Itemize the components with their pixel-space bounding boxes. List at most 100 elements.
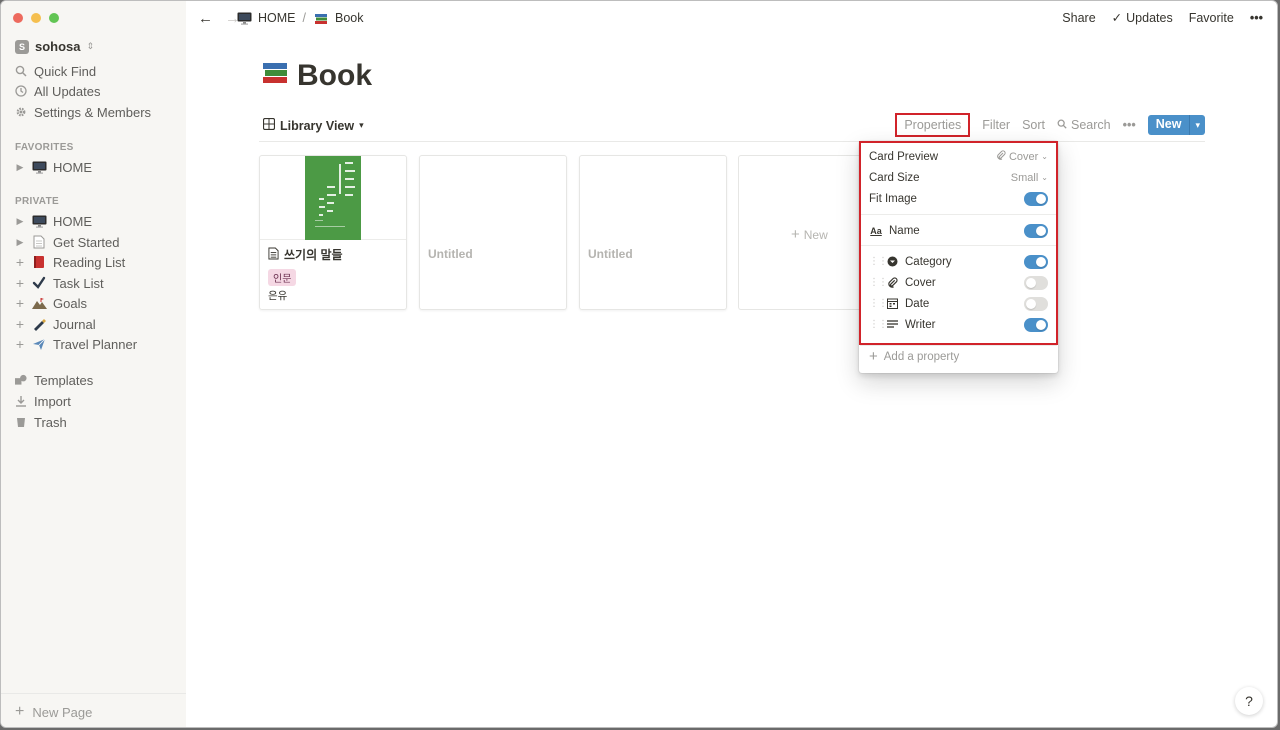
property-label: Cover — [905, 276, 936, 289]
more-options-button[interactable]: ••• — [1250, 11, 1263, 25]
add-icon[interactable]: + — [15, 295, 25, 311]
select-icon — [885, 256, 899, 267]
add-icon[interactable]: + — [15, 316, 25, 332]
sidebar-item-travel-planner[interactable]: + Travel Planner — [15, 334, 137, 354]
sidebar-item-task-list[interactable]: + Task List — [15, 273, 104, 293]
close-window-button[interactable] — [13, 13, 23, 23]
card-title-text: Untitled — [588, 247, 633, 261]
expand-triangle-icon[interactable]: ▶ — [15, 162, 25, 173]
plus-icon: + — [15, 703, 25, 720]
name-toggle[interactable] — [1024, 223, 1048, 238]
drag-handle-icon[interactable]: ⋮⋮ — [869, 298, 888, 309]
breadcrumb-book[interactable]: Book — [313, 10, 364, 26]
search-button[interactable]: Search — [1057, 118, 1111, 132]
add-icon[interactable]: + — [15, 336, 25, 352]
sidebar-item-favorite-home[interactable]: ▶ HOME — [15, 157, 92, 177]
breadcrumb-label: Book — [334, 11, 364, 25]
sidebar-item-trash[interactable]: Trash — [15, 412, 67, 432]
card-title: 쓰기의 말들 — [268, 246, 343, 263]
card-size-row[interactable]: Card Size Small ⌄ — [869, 167, 1048, 188]
chevron-down-icon: ⌄ — [1041, 173, 1048, 182]
new-page-button[interactable]: + New Page — [15, 703, 92, 721]
sidebar-item-import[interactable]: Import — [15, 391, 71, 411]
favorite-button[interactable]: Favorite — [1189, 11, 1234, 25]
text-icon — [885, 319, 899, 330]
expand-triangle-icon[interactable]: ▶ — [15, 216, 25, 227]
sidebar-item-label: HOME — [53, 159, 92, 175]
card-preview-select[interactable]: Cover ⌄ — [996, 149, 1048, 164]
sidebar-item-journal[interactable]: + Journal — [15, 314, 96, 334]
page-title-text[interactable]: Book — [297, 59, 372, 93]
zoom-window-button[interactable] — [49, 13, 59, 23]
private-header: PRIVATE — [15, 196, 59, 207]
date-toggle[interactable] — [1024, 296, 1048, 311]
add-property-button[interactable]: + Add a property — [869, 348, 959, 365]
sidebar-item-label: Travel Planner — [53, 336, 138, 352]
property-row-writer: ⋮⋮ Writer — [869, 314, 1048, 335]
divider — [860, 245, 1057, 246]
pen-icon — [31, 316, 47, 332]
calendar-icon — [885, 298, 899, 309]
workspace-switcher[interactable]: S sohosa ⇕ — [15, 39, 94, 54]
drag-handle-icon[interactable]: ⋮⋮ — [869, 319, 888, 330]
view-actions: Properties Filter Sort Search ••• New ▾ — [895, 113, 1205, 137]
category-toggle[interactable] — [1024, 254, 1048, 269]
minimize-window-button[interactable] — [31, 13, 41, 23]
view-selector[interactable]: Library View ▾ — [262, 117, 364, 133]
card-preview-row[interactable]: Card Preview Cover ⌄ — [869, 146, 1048, 167]
property-row-cover: ⋮⋮ Cover — [869, 272, 1048, 293]
writer-toggle[interactable] — [1024, 317, 1048, 332]
monitor-icon — [31, 213, 47, 229]
add-icon[interactable]: + — [15, 275, 25, 291]
sidebar-item-quick-find[interactable]: Quick Find — [15, 61, 96, 81]
breadcrumb-home[interactable]: HOME — [236, 10, 296, 26]
help-button[interactable]: ? — [1235, 687, 1263, 715]
card-preview-value: Cover — [1008, 150, 1039, 163]
sidebar-item-goals[interactable]: + Goals — [15, 293, 87, 313]
workspace-badge: S — [15, 39, 29, 54]
fit-image-toggle[interactable] — [1024, 191, 1048, 206]
gallery-card[interactable]: Untitled — [579, 155, 727, 310]
download-icon — [15, 395, 27, 407]
sidebar-item-get-started[interactable]: ▶ Get Started — [15, 232, 120, 252]
sidebar-item-templates[interactable]: Templates — [15, 370, 93, 390]
database-view-bar: Library View ▾ Properties Filter Sort Se… — [259, 113, 1205, 142]
drag-handle-icon[interactable]: ⋮⋮ — [869, 256, 888, 267]
drag-handle-icon[interactable]: ⋮⋮ — [869, 277, 888, 288]
new-dropdown-chevron-icon[interactable]: ▾ — [1189, 115, 1205, 135]
properties-button[interactable]: Properties — [895, 113, 971, 137]
view-more-button[interactable]: ••• — [1123, 118, 1136, 132]
sidebar-item-home[interactable]: ▶ HOME — [15, 211, 92, 231]
book-cover-image — [305, 156, 361, 240]
back-arrow-icon[interactable]: ← — [198, 10, 213, 27]
chevron-updown-icon: ⇕ — [86, 41, 95, 51]
plus-icon: + — [791, 226, 800, 243]
sidebar-item-settings[interactable]: Settings & Members — [15, 102, 151, 122]
search-label: Search — [1071, 118, 1111, 132]
sidebar-item-all-updates[interactable]: All Updates — [15, 81, 100, 101]
gallery-card[interactable]: Untitled — [419, 155, 567, 310]
expand-triangle-icon[interactable]: ▶ — [15, 237, 25, 248]
card-size-select[interactable]: Small ⌄ — [1011, 172, 1048, 184]
sidebar-item-label: Journal — [53, 316, 96, 332]
books-icon[interactable] — [261, 59, 289, 93]
workspace-name: sohosa — [35, 39, 81, 54]
new-button[interactable]: New — [1147, 115, 1190, 135]
sidebar-item-label: Trash — [34, 414, 67, 430]
share-button[interactable]: Share — [1062, 11, 1095, 25]
new-card-button[interactable]: + New — [738, 155, 862, 310]
divider — [860, 345, 1057, 346]
add-icon[interactable]: + — [15, 254, 25, 270]
updates-button[interactable]: ✓ Updates — [1112, 10, 1173, 26]
airplane-icon — [31, 336, 47, 352]
gallery-card[interactable]: 쓰기의 말들 인문 은유 — [259, 155, 407, 310]
filter-button[interactable]: Filter — [982, 118, 1010, 132]
cover-toggle[interactable] — [1024, 275, 1048, 290]
app-window: S sohosa ⇕ Quick Find All Updates Settin… — [0, 0, 1278, 728]
clock-icon — [15, 85, 27, 97]
paperclip-icon — [996, 149, 1006, 164]
card-size-value: Small — [1010, 171, 1039, 184]
sort-button[interactable]: Sort — [1022, 118, 1045, 132]
sidebar-item-reading-list[interactable]: + Reading List — [15, 252, 125, 272]
new-card-label-wrap: + New — [791, 226, 828, 243]
